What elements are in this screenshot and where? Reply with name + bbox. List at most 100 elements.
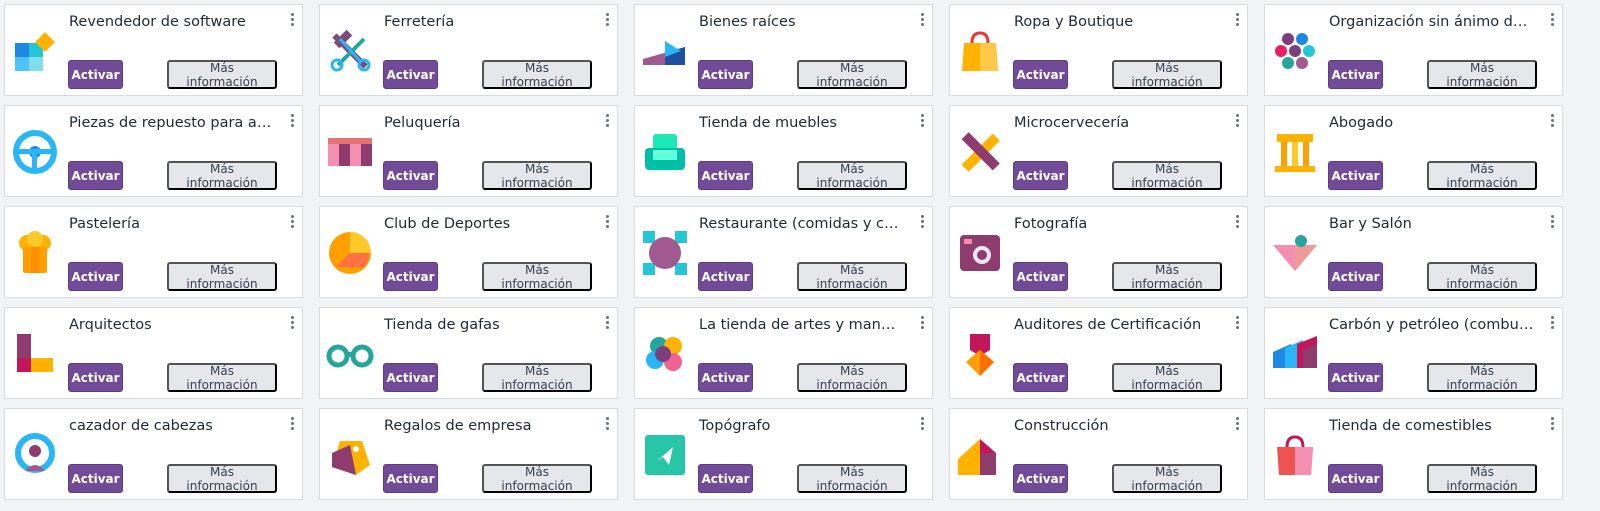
app-title: Construcción [1014, 418, 1109, 434]
app-card: Bar y Salón Activar Más información [1264, 206, 1563, 298]
more-options-icon[interactable] [1548, 215, 1556, 231]
car-parts-icon [11, 128, 59, 176]
more-options-icon[interactable] [1233, 215, 1241, 231]
more-info-button[interactable]: Más información [797, 464, 907, 493]
activate-button[interactable]: Activar [68, 262, 123, 291]
activate-button[interactable]: Activar [698, 363, 753, 392]
activate-button[interactable]: Activar [383, 464, 438, 493]
more-options-icon[interactable] [918, 215, 926, 231]
more-options-icon[interactable] [1233, 417, 1241, 433]
more-options-icon[interactable] [1548, 316, 1556, 332]
activate-button[interactable]: Activar [698, 464, 753, 493]
activate-button[interactable]: Activar [1013, 363, 1068, 392]
activate-button[interactable]: Activar [1013, 262, 1068, 291]
more-info-button[interactable]: Más información [1112, 464, 1222, 493]
more-info-button[interactable]: Más información [1112, 60, 1222, 89]
more-info-button[interactable]: Más información [1112, 363, 1222, 392]
activate-button[interactable]: Activar [68, 464, 123, 493]
activate-button[interactable]: Activar [68, 60, 123, 89]
more-info-button[interactable]: Más información [482, 262, 592, 291]
bar-lounge-icon [1271, 229, 1319, 277]
more-info-button[interactable]: Más información [167, 363, 277, 392]
activate-button[interactable]: Activar [1328, 464, 1383, 493]
more-options-icon[interactable] [288, 417, 296, 433]
app-card: Auditores de Certificación Activar Más inf… [949, 307, 1248, 399]
more-options-icon[interactable] [1233, 114, 1241, 130]
more-options-icon[interactable] [918, 13, 926, 29]
more-info-button[interactable]: Más información [167, 60, 277, 89]
activate-button[interactable]: Activar [383, 60, 438, 89]
activate-button[interactable]: Activar [1328, 161, 1383, 190]
more-options-icon[interactable] [603, 114, 611, 130]
more-options-icon[interactable] [288, 114, 296, 130]
more-info-button[interactable]: Más información [482, 363, 592, 392]
headhunter-icon [11, 431, 59, 479]
app-title: Ferretería [384, 14, 455, 30]
app-title: Carbón y petróleo (combustibles) [1329, 317, 1534, 333]
more-info-button[interactable]: Más información [1112, 262, 1222, 291]
activate-button[interactable]: Activar [1328, 262, 1383, 291]
more-options-icon[interactable] [918, 417, 926, 433]
app-title: Restaurante (comidas y cafetería) [699, 216, 904, 232]
more-info-button[interactable]: Más información [482, 60, 592, 89]
more-options-icon[interactable] [918, 114, 926, 130]
more-info-button[interactable]: Más información [1112, 161, 1222, 190]
more-options-icon[interactable] [1548, 114, 1556, 130]
more-info-button[interactable]: Más información [167, 464, 277, 493]
app-card: Restaurante (comidas y cafetería) Activar… [634, 206, 933, 298]
more-info-button[interactable]: Más información [797, 363, 907, 392]
activate-button[interactable]: Activar [1328, 363, 1383, 392]
more-info-button[interactable]: Más información [1427, 464, 1537, 493]
app-card: Organización sin ánimo de lucro Activar Má… [1264, 4, 1563, 96]
more-options-icon[interactable] [603, 316, 611, 332]
more-info-button[interactable]: Más información [797, 262, 907, 291]
activate-button[interactable]: Activar [383, 262, 438, 291]
activate-button[interactable]: Activar [383, 161, 438, 190]
app-title: Ropa y Boutique [1014, 14, 1134, 30]
more-options-icon[interactable] [603, 417, 611, 433]
more-info-button[interactable]: Más información [1427, 60, 1537, 89]
more-options-icon[interactable] [288, 13, 296, 29]
app-card: Tienda de muebles Activar Más información [634, 105, 933, 197]
more-options-icon[interactable] [288, 215, 296, 231]
more-options-icon[interactable] [603, 13, 611, 29]
more-options-icon[interactable] [918, 316, 926, 332]
app-card: Abogado Activar Más información [1264, 105, 1563, 197]
more-info-button[interactable]: Más información [167, 262, 277, 291]
more-info-button[interactable]: Más información [797, 60, 907, 89]
activate-button[interactable]: Activar [1328, 60, 1383, 89]
surveyor-icon [641, 431, 689, 479]
more-options-icon[interactable] [1233, 316, 1241, 332]
activate-button[interactable]: Activar [68, 161, 123, 190]
app-title: Arquitectos [69, 317, 152, 333]
activate-button[interactable]: Activar [1013, 60, 1068, 89]
app-card: Construcción Activar Más información [949, 408, 1248, 500]
app-title: Auditores de Certificación [1014, 317, 1202, 333]
more-options-icon[interactable] [288, 316, 296, 332]
nonprofit-icon [1271, 27, 1319, 75]
more-info-button[interactable]: Más información [1427, 363, 1537, 392]
more-info-button[interactable]: Más información [167, 161, 277, 190]
more-info-button[interactable]: Más información [1427, 161, 1537, 190]
more-options-icon[interactable] [1233, 13, 1241, 29]
more-options-icon[interactable] [603, 215, 611, 231]
more-options-icon[interactable] [1548, 13, 1556, 29]
activate-button[interactable]: Activar [1013, 464, 1068, 493]
real-estate-icon [641, 27, 689, 75]
more-info-button[interactable]: Más información [1427, 262, 1537, 291]
activate-button[interactable]: Activar [68, 363, 123, 392]
software-reseller-icon [11, 27, 59, 75]
more-info-button[interactable]: Más información [482, 161, 592, 190]
activate-button[interactable]: Activar [698, 161, 753, 190]
activate-button[interactable]: Activar [1013, 161, 1068, 190]
activate-button[interactable]: Activar [698, 262, 753, 291]
activate-button[interactable]: Activar [698, 60, 753, 89]
more-info-button[interactable]: Más información [482, 464, 592, 493]
more-options-icon[interactable] [1548, 417, 1556, 433]
app-card: Ferretería Activar Más información [319, 4, 618, 96]
app-title: Tienda de comestibles [1329, 418, 1492, 434]
more-info-button[interactable]: Más información [797, 161, 907, 190]
app-card: Tienda de comestibles Activar Más informac… [1264, 408, 1563, 500]
activate-button[interactable]: Activar [383, 363, 438, 392]
furniture-store-icon [641, 128, 689, 176]
